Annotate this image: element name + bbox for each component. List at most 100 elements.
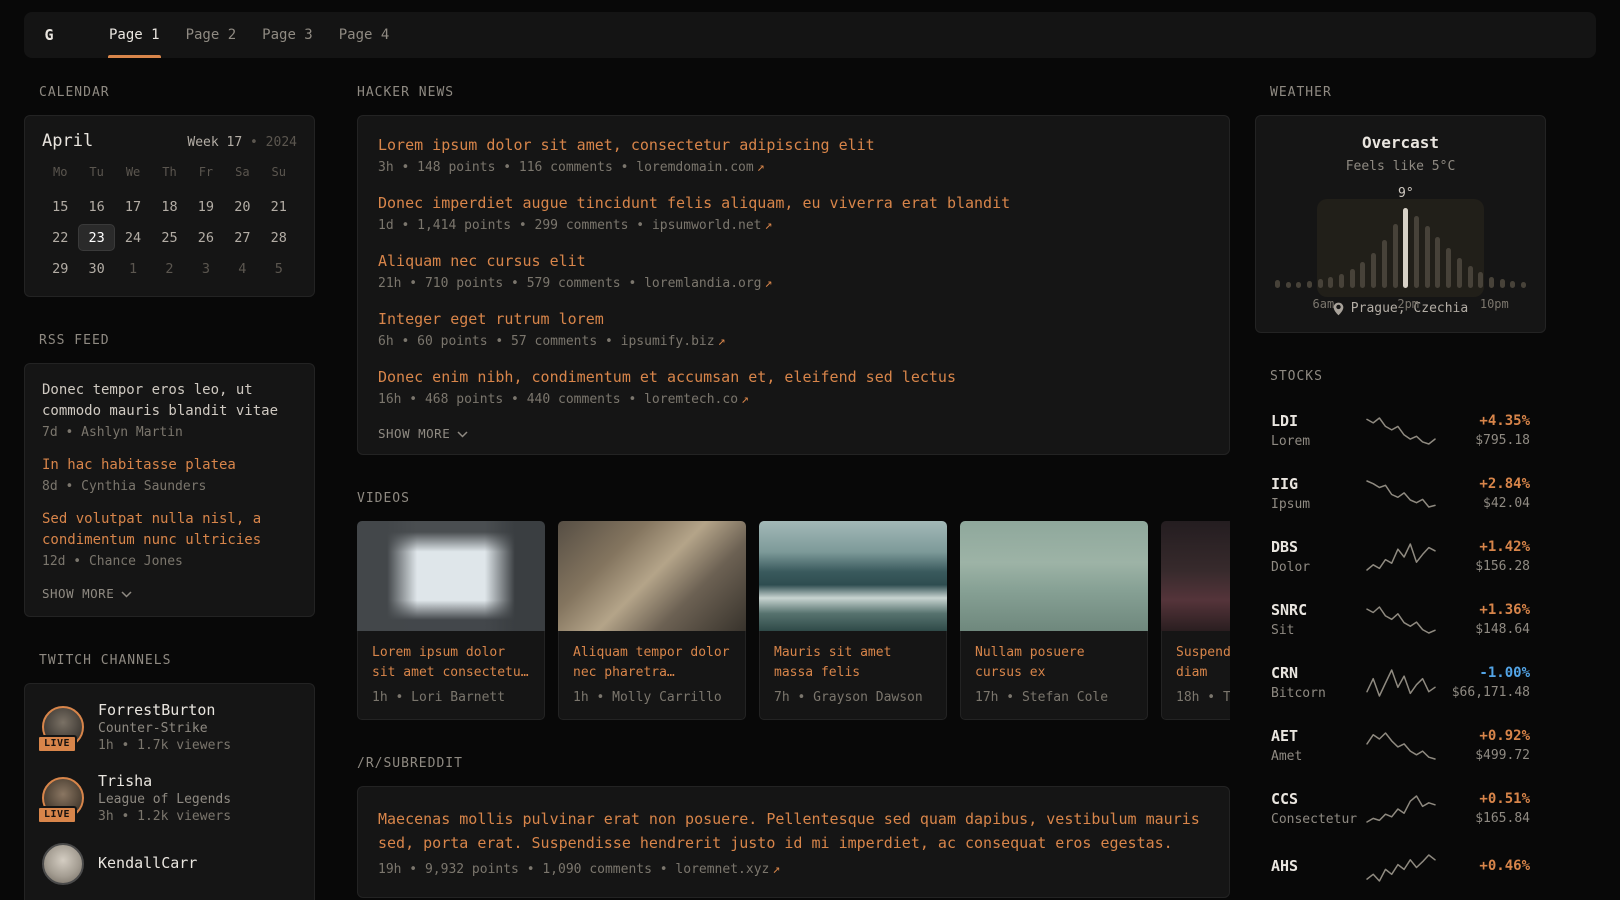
twitch-channel[interactable]: LIVE Trisha League of Legends 3h • 1.2k … xyxy=(42,772,297,824)
video-card[interactable]: Suspendisse euismod diam 18h • Tara xyxy=(1161,521,1230,720)
stock-name: Amet xyxy=(1271,749,1363,764)
stock-price: $795.18 xyxy=(1439,433,1531,448)
hn-domain-link[interactable]: ipsumify.biz xyxy=(621,334,715,349)
weather-condition: Overcast xyxy=(1272,133,1529,152)
video-title[interactable]: Lorem ipsum dolor sit amet consectetu… xyxy=(372,643,530,683)
video-card[interactable]: Mauris sit amet massa felis 7h • Grayson… xyxy=(759,521,947,720)
rss-headline[interactable]: In hac habitasse platea xyxy=(42,455,297,476)
stock-symbol: IIG xyxy=(1271,475,1363,493)
weather-widget: WEATHER Overcast Feels like 5°C 9° 6am 2… xyxy=(1255,85,1546,333)
stock-row[interactable]: AET Amet +0.92% $499.72 xyxy=(1271,714,1530,777)
avatar: LIVE xyxy=(42,706,84,748)
left-column: CALENDAR April Week 17 • 2024 Mo Tu We T… xyxy=(24,85,315,900)
stock-row[interactable]: DBS Dolor +1.42% $156.28 xyxy=(1271,525,1530,588)
calendar-month: April xyxy=(42,131,93,151)
video-meta: 17h • Stefan Cole xyxy=(975,690,1133,705)
hn-headline-link[interactable]: Donec enim nibh, condimentum et accumsan… xyxy=(378,368,1209,386)
rss-card: Donec tempor eros leo, ut commodo mauris… xyxy=(24,363,315,617)
videos-widget-title: VIDEOS xyxy=(357,491,1230,506)
external-link-icon[interactable]: ↗ xyxy=(765,218,773,233)
video-title[interactable]: Aliquam tempor dolor nec pharetra… xyxy=(573,643,731,683)
rss-item[interactable]: Donec tempor eros leo, ut commodo mauris… xyxy=(42,380,297,440)
external-link-icon[interactable]: ↗ xyxy=(718,334,726,349)
tab-page-3[interactable]: Page 3 xyxy=(249,12,326,58)
stock-row[interactable]: CRN Bitcorn -1.00% $66,171.48 xyxy=(1271,651,1530,714)
video-thumbnail[interactable] xyxy=(558,521,746,631)
weather-feels-like: Feels like 5°C xyxy=(1272,159,1529,174)
tab-page-1[interactable]: Page 1 xyxy=(96,12,173,58)
twitch-channel[interactable]: KendallCarr xyxy=(42,843,297,885)
stock-price: $42.04 xyxy=(1439,496,1531,511)
stocks-list: LDI Lorem +4.35% $795.18 IIG Ipsum xyxy=(1255,399,1546,896)
tab-page-2[interactable]: Page 2 xyxy=(173,12,250,58)
hn-domain-link[interactable]: loremtech.co xyxy=(644,392,738,407)
reddit-post-link[interactable]: Maecenas mollis pulvinar erat non posuer… xyxy=(378,807,1209,855)
rss-show-more-button[interactable]: SHOW MORE xyxy=(42,586,297,601)
reddit-domain-link[interactable]: loremnet.xyz xyxy=(675,862,769,877)
stock-row[interactable]: LDI Lorem +4.35% $795.18 xyxy=(1271,399,1530,462)
stock-price: $148.64 xyxy=(1439,622,1531,637)
weather-chart: 9° 6am 2pm 10pm xyxy=(1272,208,1529,288)
stock-row[interactable]: AHS +0.46% xyxy=(1271,840,1530,896)
twitch-channel[interactable]: LIVE ForrestBurton Counter-Strike 1h • 1… xyxy=(42,701,297,753)
weekday-label: Tu xyxy=(78,165,114,179)
rss-item[interactable]: Sed volutpat nulla nisl, a condimentum n… xyxy=(42,509,297,569)
stock-name: Sit xyxy=(1271,623,1363,638)
hn-headline-link[interactable]: Integer eget rutrum lorem xyxy=(378,310,1209,328)
weekday-label: Sa xyxy=(224,165,260,179)
calendar-card: April Week 17 • 2024 Mo Tu We Th Fr Sa S xyxy=(24,115,315,297)
live-badge: LIVE xyxy=(37,806,77,824)
stock-change: +0.92% xyxy=(1439,728,1531,744)
video-card[interactable]: Nullam posuere cursus ex 17h • Stefan Co… xyxy=(960,521,1148,720)
channel-name[interactable]: KendallCarr xyxy=(98,854,197,872)
stocks-widget-title: STOCKS xyxy=(1255,369,1546,384)
external-link-icon[interactable]: ↗ xyxy=(757,160,765,175)
video-title[interactable]: Nullam posuere cursus ex xyxy=(975,643,1133,683)
tab-page-4[interactable]: Page 4 xyxy=(326,12,403,58)
external-link-icon[interactable]: ↗ xyxy=(772,862,780,877)
hn-headline-link[interactable]: Aliquam nec cursus elit xyxy=(378,252,1209,270)
stocks-widget: STOCKS LDI Lorem +4.35% $795.18 xyxy=(1255,369,1546,896)
rss-meta: 8d • Cynthia Saunders xyxy=(42,479,297,494)
weekday-label: We xyxy=(115,165,151,179)
calendar-widget-title: CALENDAR xyxy=(24,85,315,100)
external-link-icon[interactable]: ↗ xyxy=(765,276,773,291)
hn-headline-link[interactable]: Lorem ipsum dolor sit amet, consectetur … xyxy=(378,136,1209,154)
video-title[interactable]: Suspendisse euismod diam xyxy=(1176,643,1230,683)
channel-name[interactable]: ForrestBurton xyxy=(98,701,231,719)
rss-headline[interactable]: Donec tempor eros leo, ut commodo mauris… xyxy=(42,380,297,422)
rss-item[interactable]: In hac habitasse platea 8d • Cynthia Sau… xyxy=(42,455,297,494)
show-more-label: SHOW MORE xyxy=(378,426,450,441)
video-thumbnail[interactable] xyxy=(1161,521,1230,631)
middle-column: HACKER NEWS Lorem ipsum dolor sit amet, … xyxy=(357,85,1230,900)
video-thumbnail[interactable] xyxy=(357,521,545,631)
video-meta: 1h • Molly Carrillo xyxy=(573,690,731,705)
topbar: G Page 1 Page 2 Page 3 Page 4 xyxy=(24,12,1596,58)
hn-domain-link[interactable]: loremdomain.com xyxy=(636,160,753,175)
video-title[interactable]: Mauris sit amet massa felis xyxy=(774,643,932,683)
hn-meta: 21h • 710 points • 579 comments • loreml… xyxy=(378,276,1209,291)
hn-show-more-button[interactable]: SHOW MORE xyxy=(378,426,1209,441)
video-card[interactable]: Aliquam tempor dolor nec pharetra… 1h • … xyxy=(558,521,746,720)
hn-headline-link[interactable]: Donec imperdiet augue tincidunt felis al… xyxy=(378,194,1209,212)
subreddit-widget: /R/SUBREDDIT Maecenas mollis pulvinar er… xyxy=(357,756,1230,898)
weekday-label: Th xyxy=(151,165,187,179)
video-thumbnail[interactable] xyxy=(960,521,1148,631)
hn-meta-text: 16h • 468 points • 440 comments • xyxy=(378,392,644,407)
external-link-icon[interactable]: ↗ xyxy=(741,392,749,407)
hn-domain-link[interactable]: ipsumworld.net xyxy=(652,218,762,233)
video-card[interactable]: Lorem ipsum dolor sit amet consectetu… 1… xyxy=(357,521,545,720)
app-logo[interactable]: G xyxy=(26,12,72,58)
weather-temp-label: 9° xyxy=(1398,186,1414,201)
stock-row[interactable]: SNRC Sit +1.36% $148.64 xyxy=(1271,588,1530,651)
hn-domain-link[interactable]: loremlandia.org xyxy=(644,276,761,291)
stock-name: Consectetur xyxy=(1271,812,1363,827)
channel-name[interactable]: Trisha xyxy=(98,772,231,790)
stock-row[interactable]: IIG Ipsum +2.84% $42.04 xyxy=(1271,462,1530,525)
rss-headline[interactable]: Sed volutpat nulla nisl, a condimentum n… xyxy=(42,509,297,551)
stock-symbol: AHS xyxy=(1271,857,1363,875)
video-thumbnail[interactable] xyxy=(759,521,947,631)
stock-price: $499.72 xyxy=(1439,748,1531,763)
show-more-label: SHOW MORE xyxy=(42,586,114,601)
stock-row[interactable]: CCS Consectetur +0.51% $165.84 xyxy=(1271,777,1530,840)
